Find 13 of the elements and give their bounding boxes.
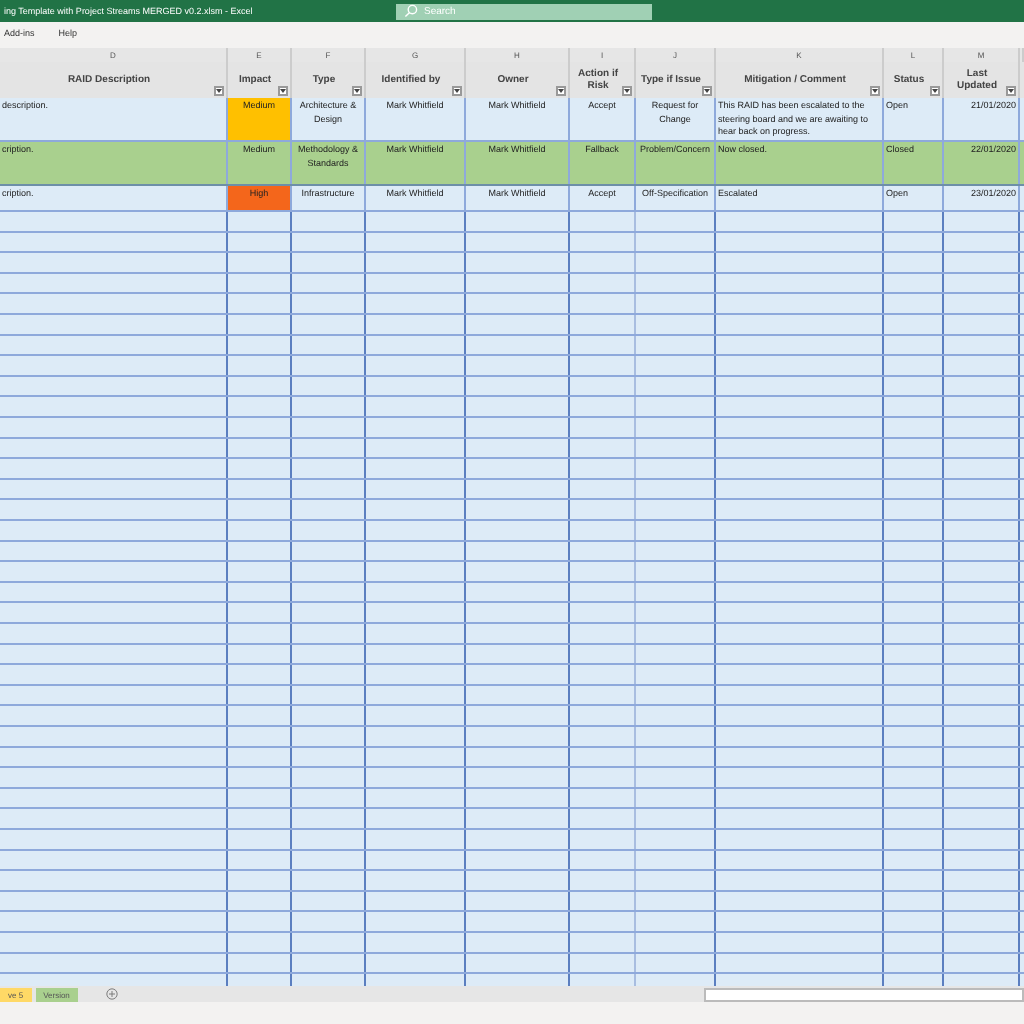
filter-button[interactable]	[278, 86, 288, 96]
search-icon	[404, 4, 418, 18]
filter-button[interactable]	[622, 86, 632, 96]
filter-button[interactable]	[702, 86, 712, 96]
filter-button[interactable]	[870, 86, 880, 96]
filter-button[interactable]	[214, 86, 224, 96]
filter-button[interactable]	[1006, 86, 1016, 96]
filter-button[interactable]	[452, 86, 462, 96]
filter-button[interactable]	[930, 86, 940, 96]
add-sheet-icon[interactable]	[105, 988, 118, 1000]
filter-button[interactable]	[556, 86, 566, 96]
filter-button[interactable]	[352, 86, 362, 96]
horizontal-scrollbar[interactable]	[704, 987, 1024, 1001]
